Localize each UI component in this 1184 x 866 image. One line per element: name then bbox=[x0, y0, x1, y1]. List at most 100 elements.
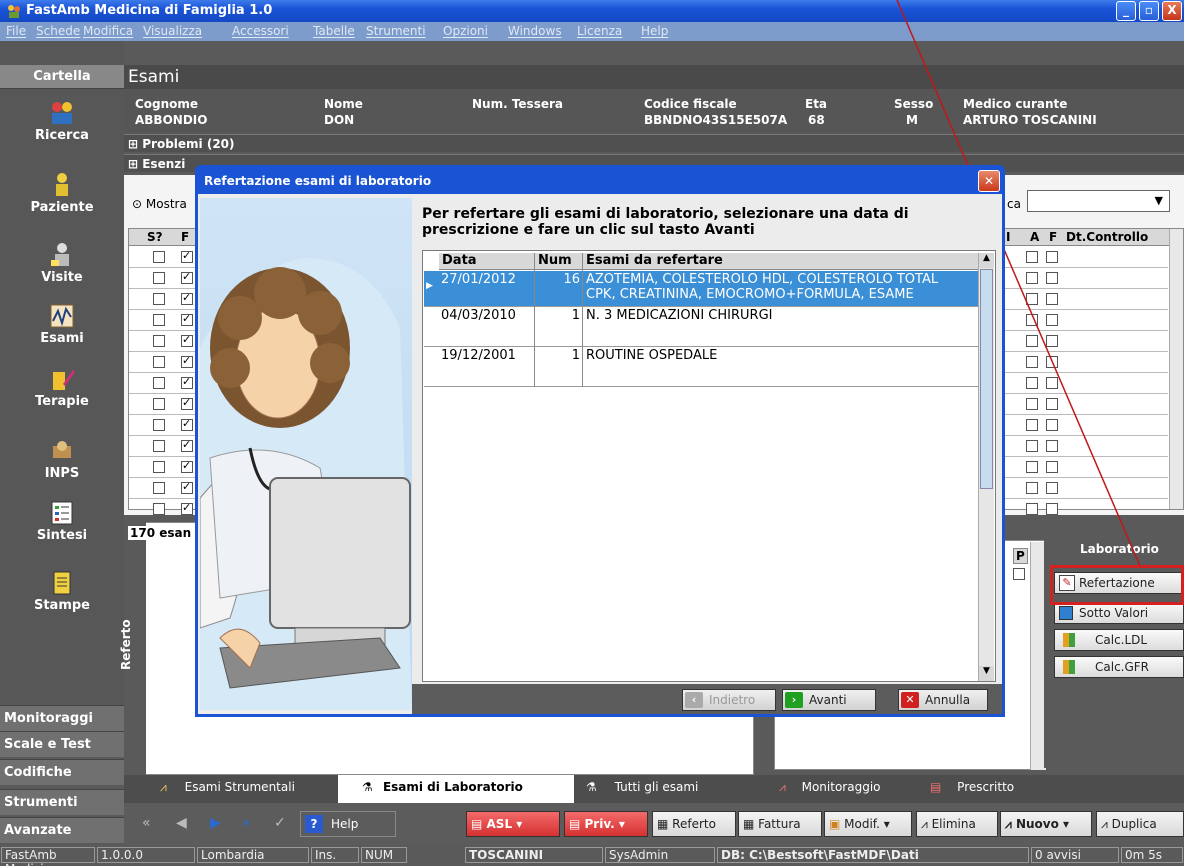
tab-label: Esami di Laboratorio bbox=[382, 780, 523, 794]
row-selector-icon: ▶ bbox=[426, 281, 433, 291]
tab-label: Monitoraggio bbox=[801, 780, 881, 794]
scroll-thumb[interactable] bbox=[980, 269, 993, 489]
modif-button[interactable]: ▣ Modif. ▾ bbox=[824, 811, 912, 837]
chevron-down-icon: ▾ bbox=[614, 817, 625, 831]
tab-label: Tutti gli esami bbox=[614, 780, 699, 794]
elimina-button[interactable]: ⩘ Elimina bbox=[916, 811, 998, 837]
priv-label: Priv. bbox=[584, 817, 615, 831]
chevron-down-icon: ▾ bbox=[1058, 817, 1070, 831]
header-esami: Esami da refertare bbox=[583, 253, 979, 270]
duplica-button[interactable]: ⩘ Duplica bbox=[1096, 811, 1184, 837]
next-record-icon[interactable]: ▶ bbox=[210, 815, 221, 831]
priv-button[interactable]: ▤ Priv. ▾ bbox=[564, 811, 648, 837]
cell-data: 27/01/2012 bbox=[441, 272, 516, 287]
status-user: TOSCANINI bbox=[465, 847, 603, 863]
referto-icon: ▦ bbox=[657, 817, 673, 831]
avanti-label: Avanti bbox=[809, 693, 847, 707]
refertazione-dialog: Refertazione esami di laboratorio ✕ Per … bbox=[195, 165, 1005, 717]
annulla-button[interactable]: ✕ Annulla bbox=[898, 689, 988, 711]
tab-label: Prescritto bbox=[957, 780, 1015, 794]
fattura-icon: ▦ bbox=[743, 817, 759, 831]
prescription-icon: ▤ bbox=[930, 780, 942, 794]
status-version: 1.0.0.0 bbox=[97, 847, 195, 863]
nuovo-label: Nuovo bbox=[1015, 817, 1059, 831]
tab-esami-laboratorio[interactable]: ⚗ Esami di Laboratorio bbox=[362, 780, 523, 794]
duplicate-icon: ⩘ bbox=[1101, 817, 1112, 831]
cancel-icon: ✕ bbox=[901, 692, 919, 708]
last-record-icon[interactable]: » bbox=[242, 815, 251, 831]
microscope-icon: ⚗ bbox=[362, 780, 373, 794]
chevron-down-icon: ▾ bbox=[512, 817, 523, 831]
header-data: Data bbox=[439, 253, 535, 270]
modif-label: Modif. bbox=[844, 817, 880, 831]
delete-icon: ⩘ bbox=[921, 817, 932, 831]
scroll-up-icon[interactable]: ▲ bbox=[979, 253, 994, 268]
cell-esami: N. 3 MEDICAZIONI CHIRURGI bbox=[586, 308, 773, 323]
elimina-label: Elimina bbox=[931, 817, 976, 831]
app-window: FastAmb Medicina di Famiglia 1.0 _ ▫ X F… bbox=[0, 0, 1184, 866]
status-alerts: 0 avvisi bbox=[1031, 847, 1119, 863]
priv-icon: ▤ bbox=[569, 817, 585, 831]
status-ins: Ins. bbox=[311, 847, 359, 863]
cell-esami: AZOTEMIA, COLESTEROLO HDL, COLESTEROLO T… bbox=[586, 272, 939, 287]
toolbar: « ◀ ▶ » ✓ ? Help ▤ ASL ▾ ▤ Priv. ▾ ▦ Refe… bbox=[124, 803, 1184, 845]
cell-esami: ROUTINE OSPEDALE bbox=[586, 348, 718, 363]
doctor-at-computer-icon bbox=[200, 258, 412, 710]
col-divider bbox=[582, 253, 583, 387]
cell-num: 16 bbox=[563, 272, 580, 287]
tab-tutti-esami[interactable]: ⚗ Tutti gli esami bbox=[586, 780, 698, 794]
dialog-body: Per refertare gli esami di laboratorio, … bbox=[198, 194, 1002, 714]
table-row[interactable]: 19/12/2001 1 ROUTINE OSPEDALE bbox=[424, 347, 980, 387]
dialog-title: Refertazione esami di laboratorio bbox=[204, 174, 432, 188]
tab-label: Esami Strumentali bbox=[184, 780, 295, 794]
dialog-close-button[interactable]: ✕ bbox=[978, 170, 1000, 192]
status-region: Lombardia bbox=[197, 847, 309, 863]
new-icon: ⩘ bbox=[1005, 817, 1016, 831]
edit-icon: ▣ bbox=[829, 817, 845, 831]
indietro-label: Indietro bbox=[709, 693, 756, 707]
tabs-bar: ⩘ Esami Strumentali ⚗ Esami di Laborator… bbox=[124, 775, 1184, 803]
referto-button[interactable]: ▦ Referto bbox=[652, 811, 736, 837]
table-row[interactable]: 04/03/2010 1 N. 3 MEDICAZIONI CHIRURGI bbox=[424, 307, 980, 347]
annulla-label: Annulla bbox=[925, 693, 971, 707]
status-num: NUM bbox=[361, 847, 407, 863]
status-bar: FastAmb Medicir 1.0.0.0 Lombardia Ins. N… bbox=[0, 845, 1184, 866]
fattura-label: Fattura bbox=[758, 817, 801, 831]
chart-icon: ⩘ bbox=[160, 780, 167, 794]
cell-data: 04/03/2010 bbox=[441, 308, 516, 323]
table-row[interactable]: ▶ 27/01/2012 16 AZOTEMIA, COLESTEROLO HD… bbox=[424, 271, 980, 307]
confirm-icon[interactable]: ✓ bbox=[274, 815, 286, 831]
fattura-button[interactable]: ▦ Fattura bbox=[738, 811, 822, 837]
status-app: FastAmb Medicir bbox=[1, 847, 95, 866]
asl-icon: ▤ bbox=[471, 817, 487, 831]
duplica-label: Duplica bbox=[1111, 817, 1157, 831]
status-time: 0m 5s bbox=[1121, 847, 1183, 863]
tab-prescritto[interactable]: ▤ Prescritto bbox=[930, 780, 1014, 794]
avanti-button[interactable]: › Avanti bbox=[782, 689, 876, 711]
help-label: Help bbox=[331, 817, 359, 831]
header-num: Num bbox=[535, 253, 583, 270]
tab-monitoraggio[interactable]: ⩘ Monitoraggio bbox=[779, 780, 881, 795]
help-button[interactable]: ? Help bbox=[300, 811, 396, 837]
asl-button[interactable]: ▤ ASL ▾ bbox=[466, 811, 560, 837]
back-icon: ‹ bbox=[685, 692, 703, 708]
indietro-button[interactable]: ‹ Indietro bbox=[682, 689, 776, 711]
scroll-down-icon[interactable]: ▼ bbox=[979, 666, 994, 681]
prev-record-icon[interactable]: ◀ bbox=[176, 815, 187, 831]
col-divider bbox=[534, 253, 535, 387]
cell-esami-cont: CPK, CREATININA, EMOCROMO+FORMULA, ESAME bbox=[586, 287, 914, 302]
dialog-instruction: Per refertare gli esami di laboratorio, … bbox=[422, 206, 909, 238]
referto-label: Referto bbox=[672, 817, 716, 831]
status-role: SysAdmin bbox=[605, 847, 715, 863]
doctor-illustration bbox=[200, 198, 412, 710]
monitor-icon: ⩘ bbox=[779, 780, 786, 794]
help-icon: ? bbox=[305, 815, 323, 833]
cell-num: 1 bbox=[571, 308, 580, 323]
status-db: DB: C:\Bestsoft\FastMDF\Dati bbox=[717, 847, 1029, 863]
tab-esami-strumentali[interactable]: ⩘ Esami Strumentali bbox=[160, 780, 295, 795]
nuovo-button[interactable]: ⩘ Nuovo ▾ bbox=[1000, 811, 1092, 837]
prescription-table: Data Num Esami da refertare ▶ 27/01/2012… bbox=[422, 250, 996, 682]
table-scrollbar[interactable]: ▲ ▼ bbox=[978, 253, 994, 681]
cell-data: 19/12/2001 bbox=[441, 348, 516, 363]
first-record-icon[interactable]: « bbox=[142, 815, 151, 831]
